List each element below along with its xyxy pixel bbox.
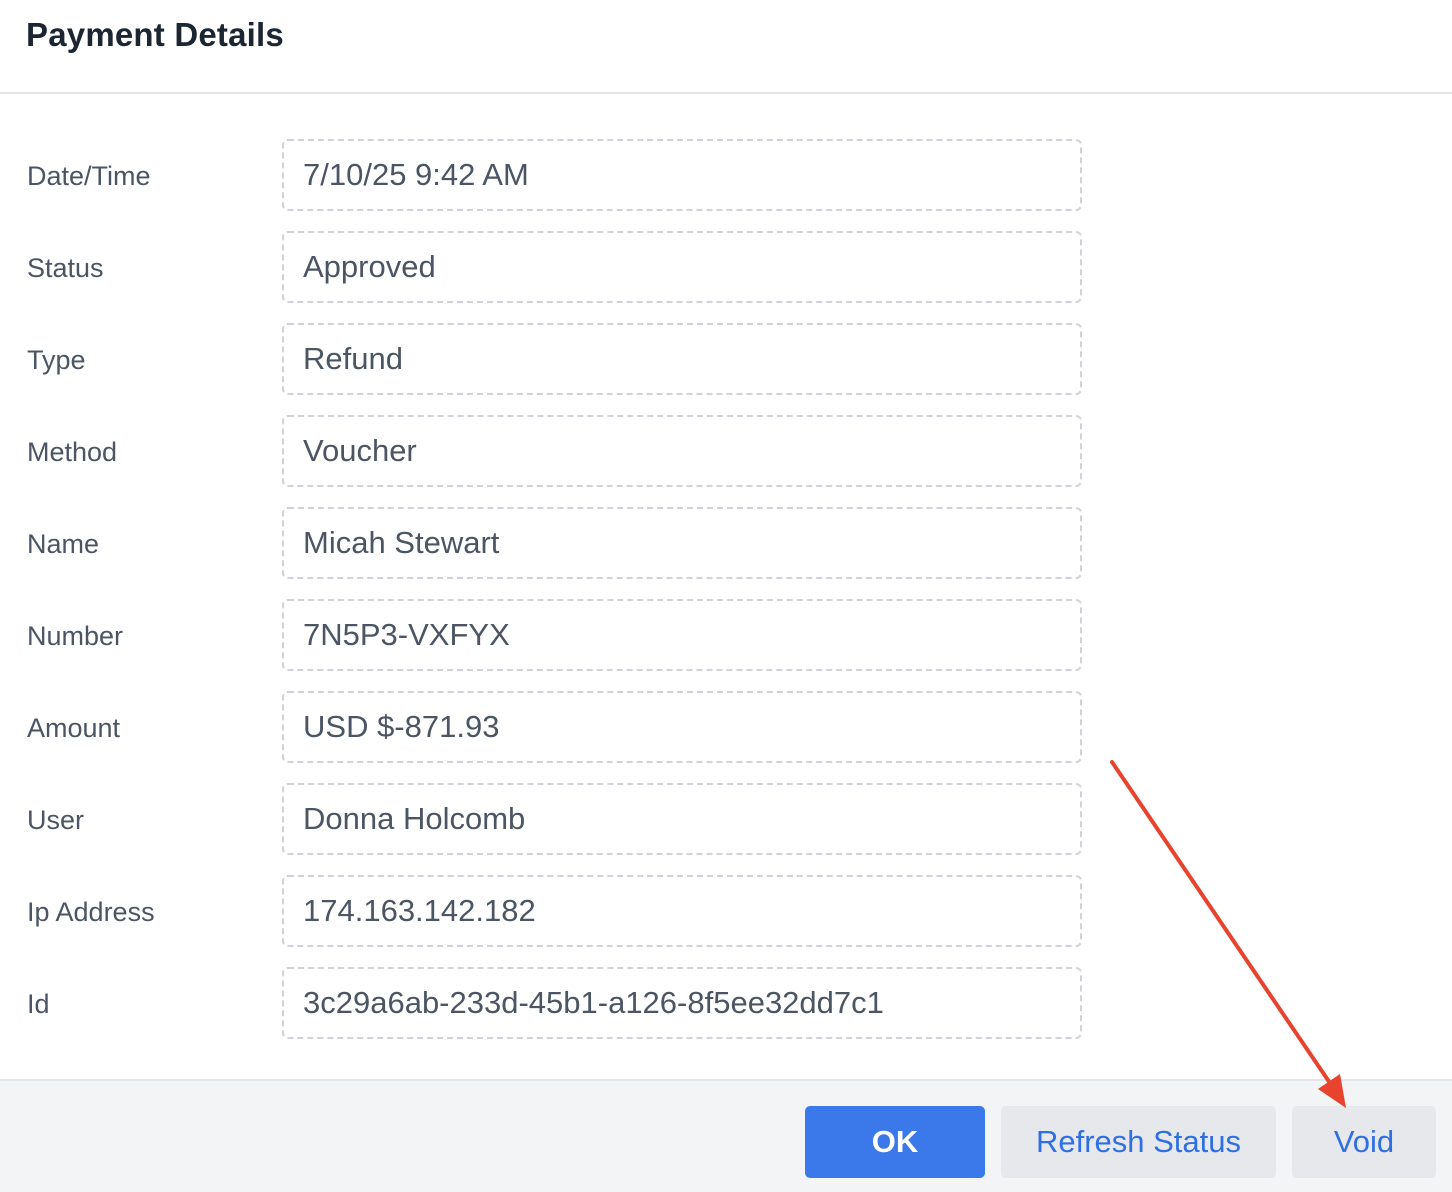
field-value-user: Donna Holcomb — [282, 783, 1082, 855]
field-row-id: Id 3c29a6ab-233d-45b1-a126-8f5ee32dd7c1 — [0, 967, 1100, 1039]
field-value-date-time: 7/10/25 9:42 AM — [282, 139, 1082, 211]
field-row-method: Method Voucher — [0, 415, 1100, 487]
field-value-name: Micah Stewart — [282, 507, 1082, 579]
dialog-title: Payment Details — [26, 16, 284, 53]
field-label: Ip Address — [27, 897, 155, 927]
field-label: Id — [27, 989, 50, 1019]
field-row-number: Number 7N5P3-VXFYX — [0, 599, 1100, 671]
field-row-type: Type Refund — [0, 323, 1100, 395]
field-row-ip-address: Ip Address 174.163.142.182 — [0, 875, 1100, 947]
payment-details-dialog: Payment Details Date/Time 7/10/25 9:42 A… — [0, 0, 1452, 1192]
field-row-amount: Amount USD $-871.93 — [0, 691, 1100, 763]
dialog-header: Payment Details — [0, 0, 1452, 94]
field-label: Name — [27, 529, 100, 559]
field-label: Status — [27, 253, 104, 283]
field-value-status: Approved — [282, 231, 1082, 303]
ok-button[interactable]: OK — [805, 1106, 985, 1178]
void-button[interactable]: Void — [1292, 1106, 1436, 1178]
field-value-number: 7N5P3-VXFYX — [282, 599, 1082, 671]
field-label: Date/Time — [27, 161, 151, 191]
field-label: Amount — [27, 713, 121, 743]
field-value-amount: USD $-871.93 — [282, 691, 1082, 763]
field-label: Number — [27, 621, 124, 651]
refresh-status-button[interactable]: Refresh Status — [1001, 1106, 1276, 1178]
field-row-status: Status Approved — [0, 231, 1100, 303]
field-row-name: Name Micah Stewart — [0, 507, 1100, 579]
field-value-method: Voucher — [282, 415, 1082, 487]
field-label: Method — [27, 437, 118, 467]
field-value-ip-address: 174.163.142.182 — [282, 875, 1082, 947]
field-row-user: User Donna Holcomb — [0, 783, 1100, 855]
field-label: Type — [27, 345, 86, 375]
field-value-type: Refund — [282, 323, 1082, 395]
dialog-footer: OK Refresh Status Void — [0, 1079, 1452, 1192]
field-row-date-time: Date/Time 7/10/25 9:42 AM — [0, 139, 1100, 211]
field-value-id: 3c29a6ab-233d-45b1-a126-8f5ee32dd7c1 — [282, 967, 1082, 1039]
annotation-arrow-shaft — [1110, 760, 1334, 1088]
field-label: User — [27, 805, 85, 835]
